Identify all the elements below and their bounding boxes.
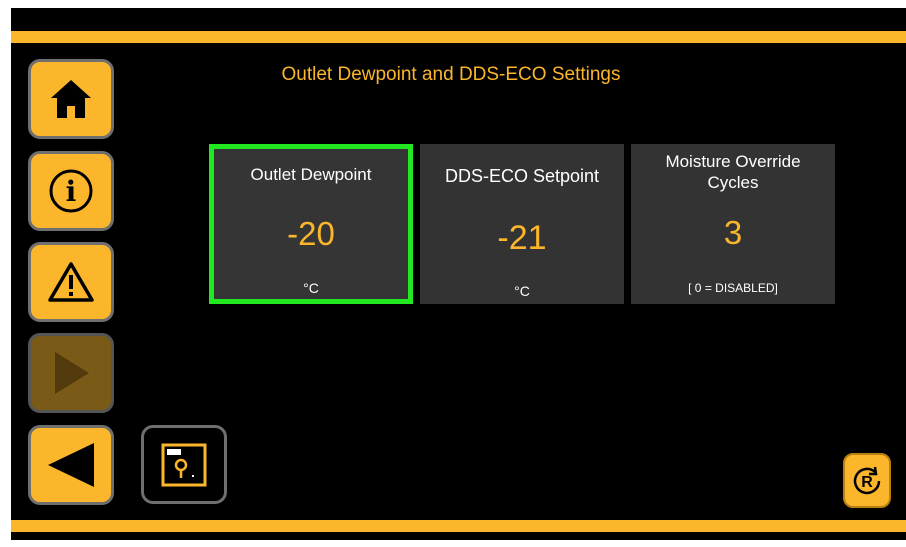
svg-text:R: R xyxy=(861,474,873,491)
info-icon: i xyxy=(49,169,93,213)
play-icon xyxy=(55,352,89,394)
card-label: DDS-ECO Setpoint xyxy=(444,166,600,186)
hmi-screen: i Outlet Dewpoint and DDS-ECO Settings O… xyxy=(11,8,906,540)
back-arrow-icon xyxy=(48,443,94,487)
bottom-accent-bar xyxy=(11,520,906,532)
top-accent-bar xyxy=(11,31,906,43)
card-unit: °C xyxy=(303,280,319,296)
page-title: Outlet Dewpoint and DDS-ECO Settings xyxy=(281,64,621,85)
reset-r-icon: R xyxy=(853,466,881,494)
home-button[interactable] xyxy=(28,59,114,139)
save-settings-button[interactable] xyxy=(141,425,227,504)
dds-eco-setpoint-card[interactable]: DDS-ECO Setpoint -21 °C xyxy=(420,144,624,304)
play-button[interactable] xyxy=(28,333,114,413)
info-button[interactable]: i xyxy=(28,151,114,231)
warning-icon xyxy=(48,262,94,302)
card-label: Moisture Override Cycles xyxy=(665,152,801,192)
card-unit: °C xyxy=(514,283,530,299)
card-label: Outlet Dewpoint xyxy=(250,165,372,184)
card-value: 3 xyxy=(723,214,743,251)
save-settings-icon xyxy=(161,443,207,486)
card-value: -21 xyxy=(497,219,547,257)
back-button[interactable] xyxy=(28,425,114,505)
reset-button[interactable]: R xyxy=(843,453,891,508)
moisture-override-cycles-card[interactable]: Moisture Override Cycles 3 [ 0 = DISABLE… xyxy=(631,144,835,304)
home-icon xyxy=(51,80,91,118)
outlet-dewpoint-card[interactable]: Outlet Dewpoint -20 °C xyxy=(209,144,413,304)
card-unit: [ 0 = DISABLED] xyxy=(688,281,778,295)
card-value: -20 xyxy=(287,215,335,252)
svg-text:i: i xyxy=(66,175,77,208)
alarm-button[interactable] xyxy=(28,242,114,322)
